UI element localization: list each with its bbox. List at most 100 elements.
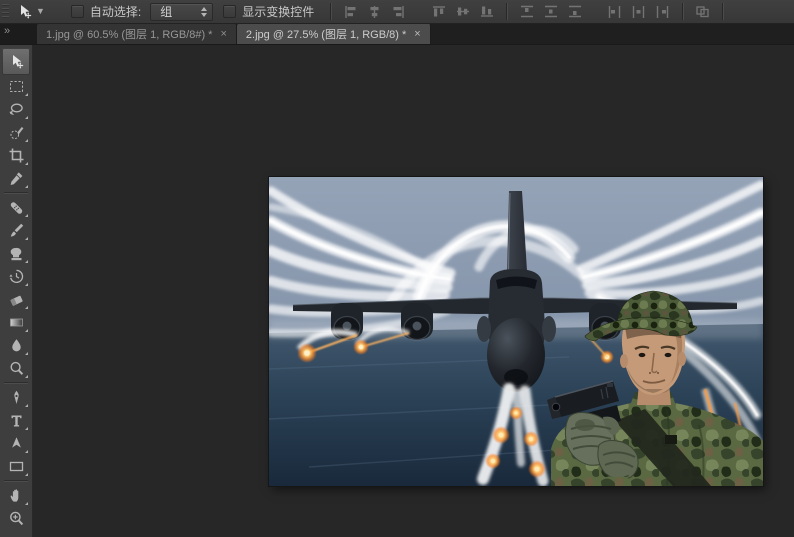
options-separator — [682, 3, 684, 20]
auto-select-checkbox[interactable] — [71, 5, 84, 18]
tools-list — [2, 48, 30, 530]
align-buttons — [339, 3, 731, 20]
align-vertical-centers-button[interactable] — [455, 4, 471, 20]
flyout-indicator-icon — [25, 116, 28, 119]
lasso-icon — [8, 101, 25, 118]
zoom-tool[interactable] — [2, 507, 30, 530]
hand-icon — [8, 487, 25, 504]
hand-tool[interactable] — [2, 484, 30, 507]
document-image[interactable] — [269, 177, 763, 486]
distribute-right-edges-button[interactable] — [655, 4, 671, 20]
tools-group-separator — [4, 480, 28, 482]
healing-brush-icon — [8, 199, 25, 216]
dodge-icon — [8, 360, 25, 377]
document-tab-1[interactable]: 1.jpg @ 60.5% (图层 1, RGB/8#) * × — [37, 24, 237, 44]
blur-tool[interactable] — [2, 334, 30, 357]
close-icon[interactable]: × — [414, 28, 420, 40]
rectangle-icon — [8, 458, 25, 475]
path-selection-icon — [8, 435, 25, 452]
distribute-bottom-edges-icon — [567, 4, 583, 20]
eraser-icon — [8, 291, 25, 308]
distribute-left-edges-button[interactable] — [607, 4, 623, 20]
distribute-left-edges-icon — [607, 4, 623, 20]
distribute-top-edges-icon — [519, 4, 535, 20]
flyout-indicator-icon — [25, 93, 28, 96]
align-left-edges-button[interactable] — [343, 4, 359, 20]
align-top-edges-button[interactable] — [431, 4, 447, 20]
type-icon — [8, 412, 25, 429]
move-tool[interactable] — [2, 48, 30, 75]
distribute-vertical-centers-icon — [543, 4, 559, 20]
tools-group-separator — [4, 382, 28, 384]
flyout-indicator-icon — [25, 306, 28, 309]
close-icon[interactable]: × — [220, 28, 226, 40]
quick-selection-icon — [8, 124, 25, 141]
crop-tool[interactable] — [2, 144, 30, 167]
distribute-horizontal-centers-icon — [631, 4, 647, 20]
pen-tool[interactable] — [2, 386, 30, 409]
double-chevron-collapse-icon[interactable]: » — [4, 25, 10, 37]
flyout-indicator-icon — [25, 237, 28, 240]
canvas-area[interactable] — [33, 45, 794, 537]
brush-tool[interactable] — [2, 219, 30, 242]
blur-icon — [8, 337, 25, 354]
horizontal-type-tool[interactable] — [2, 409, 30, 432]
brush-icon — [8, 222, 25, 239]
flyout-indicator-icon — [25, 260, 28, 263]
distribute-vertical-centers-button[interactable] — [543, 4, 559, 20]
align-horizontal-centers-button[interactable] — [367, 4, 383, 20]
flyout-indicator-icon — [25, 185, 28, 188]
history-brush-icon — [8, 268, 25, 285]
align-bottom-edges-icon — [479, 4, 495, 20]
document-tab-2[interactable]: 2.jpg @ 27.5% (图层 1, RGB/8) * × — [237, 24, 431, 44]
path-selection-tool[interactable] — [2, 432, 30, 455]
pen-icon — [8, 389, 25, 406]
dodge-tool[interactable] — [2, 357, 30, 380]
flyout-indicator-icon — [25, 139, 28, 142]
spot-healing-brush-tool[interactable] — [2, 196, 30, 219]
eraser-tool[interactable] — [2, 288, 30, 311]
marquee-icon — [8, 78, 25, 95]
rectangular-marquee-tool[interactable] — [2, 75, 30, 98]
align-vertical-centers-icon — [455, 4, 471, 20]
lasso-tool[interactable] — [2, 98, 30, 121]
distribute-bottom-edges-button[interactable] — [567, 4, 583, 20]
tools-panel-header: » — [0, 24, 37, 44]
align-right-edges-button[interactable] — [391, 4, 407, 20]
auto-select-mode-dropdown[interactable]: 组 — [150, 3, 213, 21]
document-tab-bar: » 1.jpg @ 60.5% (图层 1, RGB/8#) * × 2.jpg… — [0, 24, 794, 45]
flyout-indicator-icon — [25, 450, 28, 453]
distribute-top-edges-button[interactable] — [519, 4, 535, 20]
flyout-indicator-icon — [25, 502, 28, 505]
options-bar: ▼ 自动选择: 组 显示变换控件 — [0, 0, 794, 24]
options-separator — [506, 3, 508, 20]
move-tool-icon — [16, 3, 33, 20]
clone-stamp-tool[interactable] — [2, 242, 30, 265]
zoom-icon — [8, 510, 25, 527]
gradient-icon — [8, 314, 25, 331]
eyedropper-tool[interactable] — [2, 167, 30, 190]
move-icon — [8, 53, 25, 70]
tool-preset-picker[interactable]: ▼ — [14, 3, 53, 20]
history-brush-tool[interactable] — [2, 265, 30, 288]
auto-align-layers-button[interactable] — [695, 4, 711, 20]
flyout-indicator-icon — [25, 427, 28, 430]
gradient-tool[interactable] — [2, 311, 30, 334]
tab-label: 1.jpg @ 60.5% (图层 1, RGB/8#) * — [46, 26, 212, 42]
auto-select-label: 自动选择: — [90, 3, 141, 20]
options-bar-grip[interactable] — [2, 4, 9, 20]
photoshop-window: { "colors": { "options_bar_bg": "#3a3a3a… — [0, 0, 794, 537]
tools-panel — [0, 45, 33, 537]
auto-select-mode-value: 组 — [160, 3, 172, 20]
rectangle-tool[interactable] — [2, 455, 30, 478]
options-separator — [330, 3, 332, 20]
show-transform-checkbox[interactable] — [223, 5, 236, 18]
flyout-indicator-icon — [25, 404, 28, 407]
show-transform-label: 显示变换控件 — [242, 3, 314, 20]
quick-selection-tool[interactable] — [2, 121, 30, 144]
flyout-indicator-icon — [25, 329, 28, 332]
distribute-horizontal-centers-button[interactable] — [631, 4, 647, 20]
align-bottom-edges-button[interactable] — [479, 4, 495, 20]
gunship-soldier-photo — [269, 177, 763, 486]
spinner-updown-icon — [201, 7, 207, 17]
